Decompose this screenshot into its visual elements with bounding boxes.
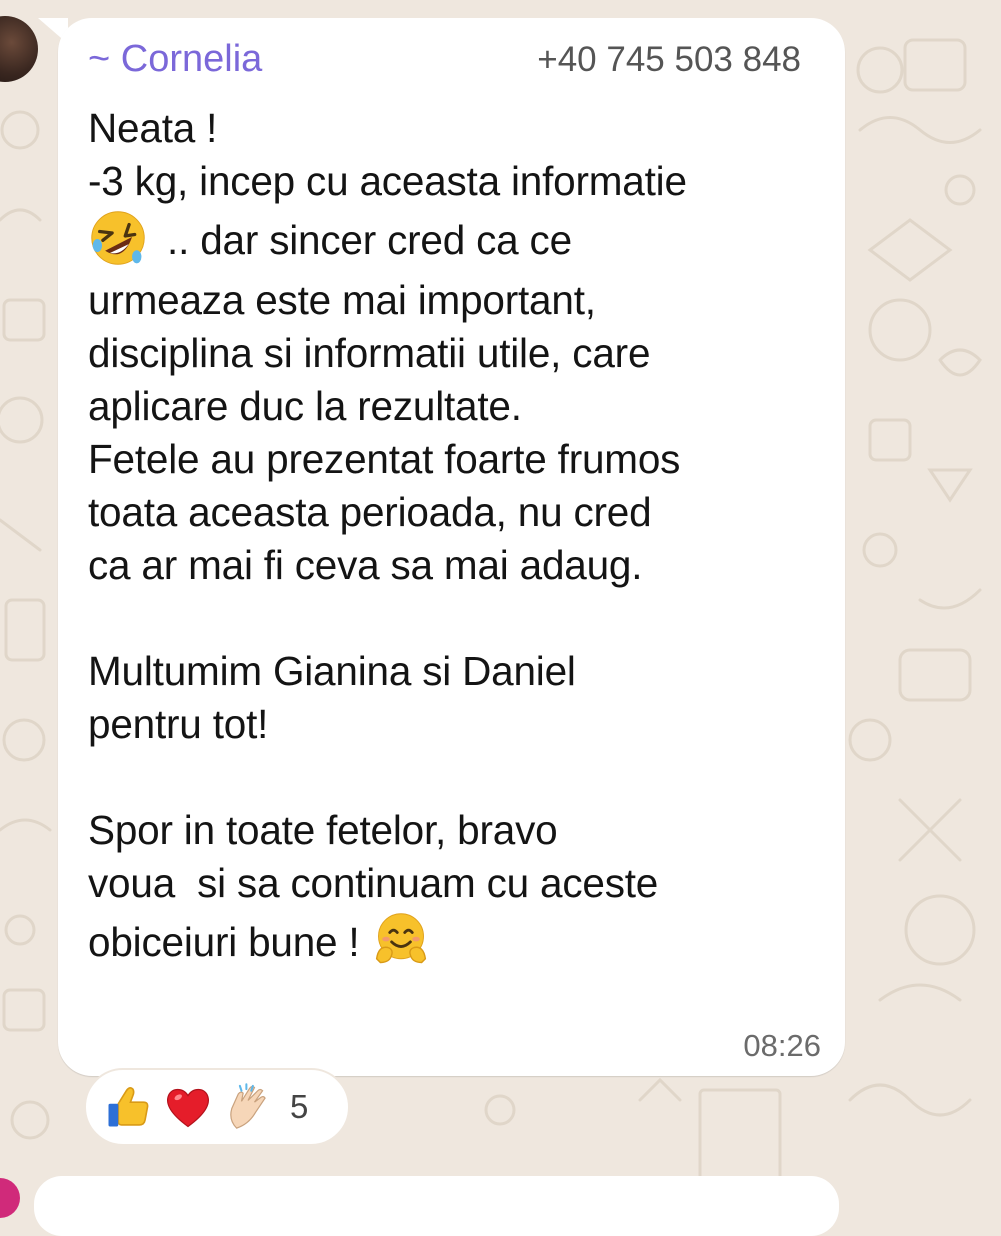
message-line: toata aceasta perioada, nu cred xyxy=(88,489,652,535)
message-line: Spor in toate fetelor, bravo xyxy=(88,807,558,853)
sender-phone: +40 745 503 848 xyxy=(537,40,801,79)
message-line: urmeaza este mai important, xyxy=(88,277,596,323)
message-bubble[interactable]: ~ Cornelia +40 745 503 848 Neata ! -3 kg… xyxy=(58,18,845,1076)
message-line: .. dar sincer cred ca ce xyxy=(88,208,828,274)
message-line: Neata ! xyxy=(88,105,218,151)
sender-name[interactable]: ~ Cornelia xyxy=(88,38,262,81)
message-line-text: obiceiuri bune ! xyxy=(88,919,371,965)
message-line: Multumim Gianina si Daniel xyxy=(88,648,576,694)
reactions-bar[interactable]: 5 xyxy=(84,1068,350,1146)
message-line: pentru tot! xyxy=(88,701,269,747)
message-line: Fetele au prezentat foarte frumos xyxy=(88,436,681,482)
message-line: ca ar mai fi ceva sa mai adaug. xyxy=(88,542,643,588)
message-text: Neata ! -3 kg, incep cu aceasta informat… xyxy=(88,102,828,976)
message-line: aplicare duc la rezultate. xyxy=(88,383,522,429)
message-timestamp: 08:26 xyxy=(743,1028,821,1063)
message-line: -3 kg, incep cu aceasta informatie xyxy=(88,158,687,204)
message-line: obiceiuri bune ! xyxy=(88,910,828,976)
message-line: voua si sa continuam cu aceste xyxy=(88,860,659,906)
hugging-face-emoji-icon xyxy=(371,910,431,970)
reactions-count: 5 xyxy=(290,1088,309,1125)
clapping-hands-emoji-icon xyxy=(222,1081,274,1133)
message-line-text: .. dar sincer cred ca ce xyxy=(156,217,572,263)
next-message-bubble[interactable] xyxy=(34,1176,839,1236)
thumbs-up-emoji-icon xyxy=(102,1081,154,1133)
message-line: disciplina si informatii utile, care xyxy=(88,330,651,376)
rolling-on-floor-laughing-emoji-icon xyxy=(88,208,148,268)
red-heart-emoji-icon xyxy=(162,1081,214,1133)
